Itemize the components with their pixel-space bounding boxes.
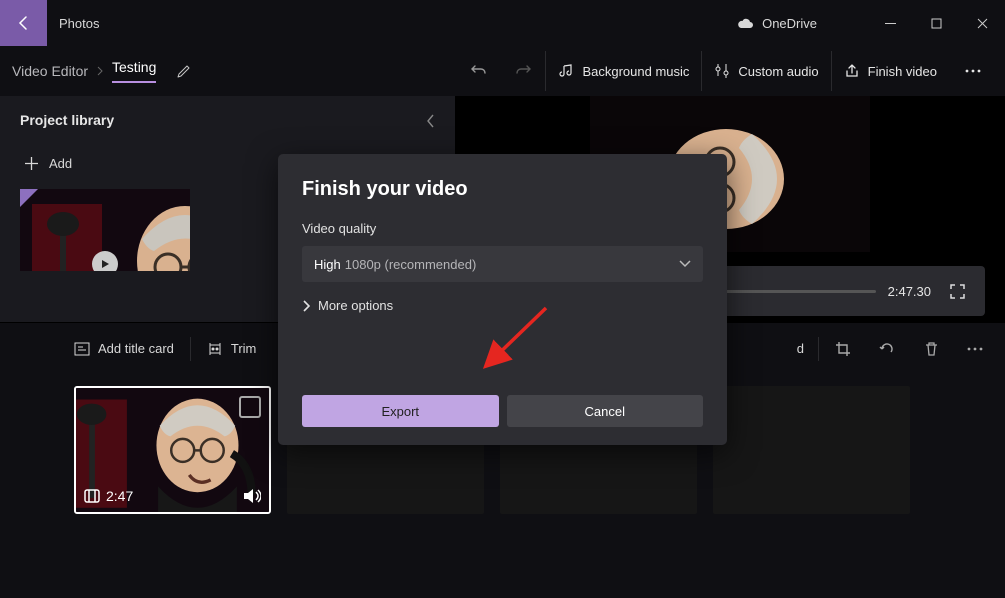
more-icon — [965, 69, 981, 73]
quality-value-high: High — [314, 257, 341, 272]
cancel-button[interactable]: Cancel — [507, 395, 704, 427]
add-media-label: Add — [49, 156, 72, 171]
volume-icon — [243, 488, 261, 504]
trim-label: Trim — [231, 341, 257, 356]
back-button[interactable] — [0, 0, 47, 46]
undo-button[interactable] — [457, 51, 501, 91]
trim-icon — [207, 341, 223, 357]
undo-icon — [470, 62, 488, 80]
more-options-label: More options — [318, 298, 393, 313]
window-close-button[interactable] — [959, 8, 1005, 38]
add-title-card-label: Add title card — [98, 341, 174, 356]
chevron-right-icon — [96, 66, 104, 76]
finish-video-button[interactable]: Finish video — [831, 51, 949, 91]
audio-levels-icon — [714, 63, 730, 79]
crop-button[interactable] — [823, 329, 863, 369]
trim-button[interactable]: Trim — [195, 329, 269, 369]
music-icon — [558, 63, 574, 79]
redo-icon — [514, 62, 532, 80]
clip-duration-badge[interactable]: 2:47 — [84, 488, 133, 504]
maximize-icon — [931, 18, 942, 29]
export-icon — [844, 63, 860, 79]
fullscreen-icon — [950, 284, 965, 299]
video-quality-label: Video quality — [302, 221, 703, 236]
onedrive-button[interactable]: OneDrive — [736, 16, 817, 31]
plus-icon — [24, 156, 39, 171]
chevron-down-icon — [679, 260, 691, 268]
fullscreen-button[interactable] — [943, 277, 971, 305]
rename-button[interactable] — [176, 64, 191, 79]
custom-audio-button[interactable]: Custom audio — [701, 51, 830, 91]
pencil-icon — [176, 64, 191, 79]
library-title: Project library — [20, 112, 435, 128]
play-icon — [92, 251, 118, 271]
chevron-right-icon — [302, 300, 310, 312]
toolbar-more-button[interactable] — [953, 51, 993, 91]
clip-duration: 2:47 — [106, 488, 133, 504]
used-indicator-icon — [20, 189, 38, 207]
video-quality-select[interactable]: High 1080p (recommended) — [302, 246, 703, 282]
background-music-label: Background music — [582, 64, 689, 79]
minimize-icon — [885, 18, 896, 29]
project-name[interactable]: Testing — [112, 59, 156, 83]
cloud-icon — [736, 17, 754, 29]
rotate-icon — [879, 341, 895, 357]
storyboard-empty-slot[interactable] — [713, 386, 910, 514]
chevron-left-icon — [426, 114, 435, 128]
delete-button[interactable] — [911, 329, 951, 369]
more-options-toggle[interactable]: More options — [302, 298, 703, 313]
custom-audio-label: Custom audio — [738, 64, 818, 79]
close-icon — [977, 18, 988, 29]
window-minimize-button[interactable] — [867, 8, 913, 38]
collapse-library-button[interactable] — [415, 106, 445, 136]
dialog-title: Finish your video — [302, 178, 703, 201]
storyboard-more-button[interactable] — [955, 329, 995, 369]
redo-button[interactable] — [501, 51, 545, 91]
speed-label-partial: d — [797, 341, 804, 356]
export-label: Export — [381, 404, 419, 419]
timecode: 2:47.30 — [888, 284, 931, 299]
more-icon — [967, 347, 983, 351]
onedrive-label: OneDrive — [762, 16, 817, 31]
clip-select-checkbox[interactable] — [239, 396, 261, 418]
add-title-card-button[interactable]: Add title card — [62, 329, 186, 369]
app-title: Photos — [59, 16, 99, 31]
title-card-icon — [74, 342, 90, 356]
library-clip[interactable] — [20, 189, 190, 271]
background-music-button[interactable]: Background music — [545, 51, 701, 91]
export-button[interactable]: Export — [302, 395, 499, 427]
clip-volume-button[interactable] — [243, 488, 261, 504]
quality-value-detail: 1080p (recommended) — [345, 257, 477, 272]
storyboard-clip[interactable]: 2:47 — [74, 386, 271, 514]
rotate-button[interactable] — [867, 329, 907, 369]
duration-icon — [84, 489, 100, 503]
trash-icon — [924, 341, 939, 357]
finish-video-label: Finish video — [868, 64, 937, 79]
cancel-label: Cancel — [585, 404, 625, 419]
window-maximize-button[interactable] — [913, 8, 959, 38]
finish-video-dialog: Finish your video Video quality High 108… — [278, 154, 727, 445]
crop-icon — [835, 341, 851, 357]
breadcrumb-root[interactable]: Video Editor — [12, 63, 88, 79]
